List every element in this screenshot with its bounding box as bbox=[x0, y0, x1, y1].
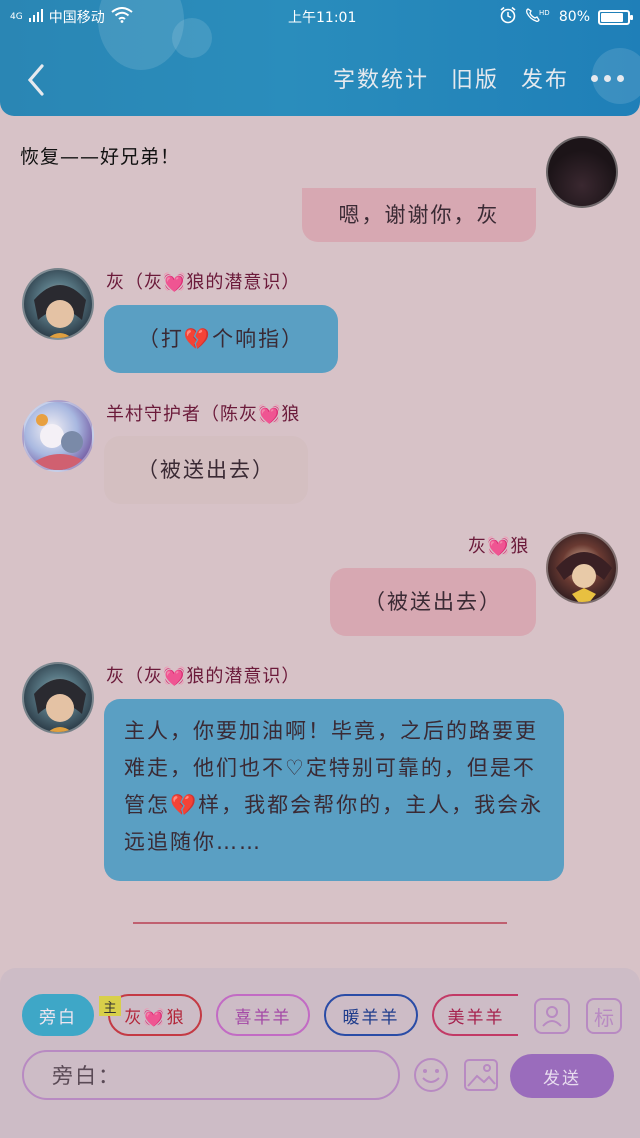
old-version-button[interactable]: 旧版 bbox=[451, 62, 499, 94]
message-bubble: （被送出去） bbox=[104, 436, 308, 504]
message-bubble: （打💔个响指） bbox=[104, 305, 338, 373]
clock: 上午11:01 bbox=[288, 10, 357, 26]
battery-percent: 80% bbox=[558, 9, 590, 25]
message-input[interactable]: 旁白： bbox=[22, 1050, 400, 1100]
chevron-left-icon bbox=[27, 64, 44, 96]
mark-button[interactable]: 标 bbox=[586, 998, 622, 1034]
character-chip[interactable]: 暖羊羊 bbox=[324, 994, 418, 1036]
character-chip[interactable]: 喜羊羊 bbox=[216, 994, 310, 1036]
back-button[interactable] bbox=[22, 62, 52, 98]
sender-name: 灰（灰💓狼的潜意识） bbox=[106, 272, 301, 293]
avatar[interactable] bbox=[546, 532, 618, 604]
smiley-icon bbox=[414, 1058, 448, 1092]
message-bubble: 主人，你要加油啊！毕竟，之后的路要更难走，他们也不♡定特别可靠的，但是不管怎💔样… bbox=[104, 699, 564, 881]
image-button[interactable] bbox=[462, 1056, 500, 1094]
status-bar: 4G 中国移动 上午11:01 HD 80% bbox=[0, 0, 640, 32]
more-options-button[interactable] bbox=[591, 74, 624, 82]
message-bubble: 嗯，谢谢你，灰 bbox=[302, 188, 536, 242]
app-header: 4G 中国移动 上午11:01 HD 80% 字数统计 旧版 发布 bbox=[0, 0, 640, 116]
sender-name: 灰（灰💓狼的潜意识） bbox=[106, 666, 301, 687]
character-chip[interactable]: 灰💓狼 bbox=[108, 994, 202, 1036]
word-count-button[interactable]: 字数统计 bbox=[333, 62, 429, 94]
publish-button[interactable]: 发布 bbox=[521, 62, 569, 94]
narration-chip[interactable]: 旁白 bbox=[22, 994, 94, 1036]
network-type: 4G bbox=[10, 12, 23, 22]
sender-name: 羊村守护者（陈灰💓狼 bbox=[106, 404, 301, 425]
emoji-button[interactable] bbox=[412, 1056, 450, 1094]
alarm-icon bbox=[499, 6, 517, 28]
header-actions: 字数统计 旧版 发布 bbox=[333, 62, 624, 94]
chapter-title: 恢复——好兄弟！ bbox=[20, 146, 181, 168]
send-button[interactable]: 发送 bbox=[510, 1054, 614, 1098]
sender-name: 灰💓狼 bbox=[468, 536, 530, 557]
hd-call-icon: HD bbox=[525, 7, 551, 27]
message-bubble: （被送出去） bbox=[330, 568, 536, 636]
master-tag: 主 bbox=[99, 996, 121, 1016]
divider bbox=[133, 922, 507, 924]
avatar[interactable] bbox=[546, 136, 618, 208]
signal-icon bbox=[28, 8, 43, 26]
avatar[interactable] bbox=[22, 268, 94, 340]
image-icon bbox=[464, 1059, 498, 1091]
person-icon bbox=[542, 1006, 562, 1027]
person-button[interactable] bbox=[534, 998, 570, 1034]
wifi-icon bbox=[111, 7, 133, 27]
avatar[interactable] bbox=[22, 662, 94, 734]
character-chip[interactable]: 美羊羊 bbox=[432, 994, 518, 1036]
carrier-name: 中国移动 bbox=[48, 10, 105, 26]
battery-icon bbox=[598, 9, 633, 25]
avatar[interactable] bbox=[22, 400, 94, 472]
svg-text:HD: HD bbox=[539, 9, 550, 17]
